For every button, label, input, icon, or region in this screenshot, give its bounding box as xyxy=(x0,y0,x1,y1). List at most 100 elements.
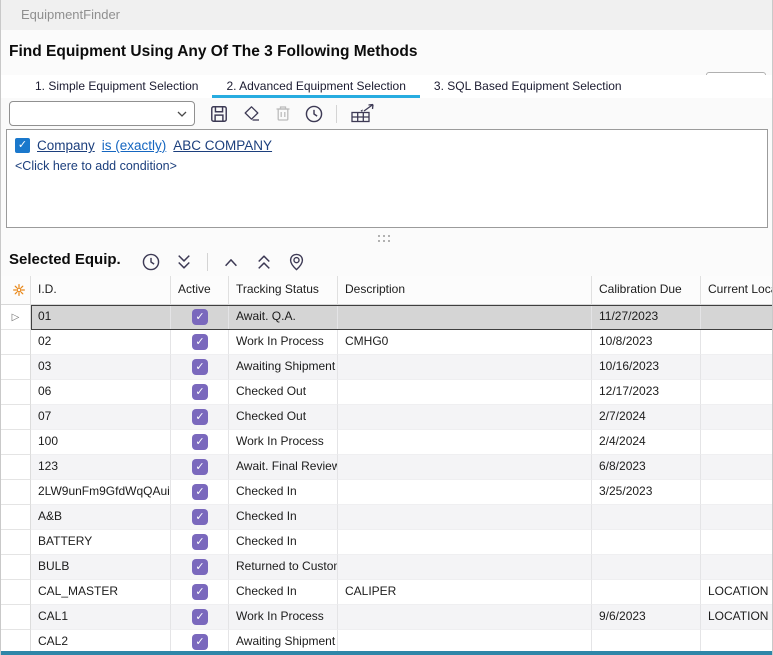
cell-calibration-due[interactable]: 9/6/2023 xyxy=(592,605,701,630)
cell-description[interactable] xyxy=(338,480,592,505)
add-condition-link[interactable]: <Click here to add condition> xyxy=(15,159,177,173)
cell-tracking-status[interactable]: Checked Out xyxy=(229,380,338,405)
tab-simple-selection[interactable]: 1. Simple Equipment Selection xyxy=(21,75,212,98)
cell-description[interactable] xyxy=(338,380,592,405)
cell-tracking-status[interactable]: Awaiting Shipment xyxy=(229,355,338,380)
cell-tracking-status[interactable]: Await. Final Review xyxy=(229,455,338,480)
table-row[interactable]: ▷ 02 ✓ Work In Process CMHG0 10/8/2023 xyxy=(1,330,773,355)
column-header-active[interactable]: Active xyxy=(171,276,229,305)
cell-description[interactable]: CALIPER xyxy=(338,580,592,605)
cell-tracking-status[interactable]: Checked In xyxy=(229,580,338,605)
active-checkbox[interactable]: ✓ xyxy=(192,459,208,475)
row-indicator[interactable]: ▷ xyxy=(1,330,31,355)
tab-advanced-selection[interactable]: 2. Advanced Equipment Selection xyxy=(212,75,419,98)
history-icon[interactable] xyxy=(304,104,324,124)
active-checkbox[interactable]: ✓ xyxy=(192,634,208,650)
horizontal-scrollbar[interactable] xyxy=(1,651,773,655)
tab-sql-selection[interactable]: 3. SQL Based Equipment Selection xyxy=(420,75,636,98)
cell-calibration-due[interactable]: 6/8/2023 xyxy=(592,455,701,480)
condition-field-link[interactable]: Company xyxy=(37,138,95,153)
row-indicator[interactable]: ▷ xyxy=(1,430,31,455)
cell-active[interactable]: ✓ xyxy=(171,530,229,555)
cell-tracking-status[interactable]: Work In Process xyxy=(229,430,338,455)
active-checkbox[interactable]: ✓ xyxy=(192,509,208,525)
row-indicator[interactable]: ▷ xyxy=(1,505,31,530)
row-indicator[interactable]: ▷ xyxy=(1,405,31,430)
cell-id[interactable]: 02 xyxy=(31,330,171,355)
cell-current-location[interactable]: LOCATION 1 xyxy=(701,580,773,605)
cell-description[interactable] xyxy=(338,430,592,455)
cell-calibration-due[interactable]: 3/25/2023 xyxy=(592,480,701,505)
panel-splitter[interactable] xyxy=(1,228,773,247)
cell-active[interactable]: ✓ xyxy=(171,580,229,605)
save-icon[interactable] xyxy=(209,104,229,124)
cell-description[interactable] xyxy=(338,530,592,555)
erase-icon[interactable] xyxy=(241,104,262,123)
row-indicator[interactable]: ▷ xyxy=(1,555,31,580)
cell-id[interactable]: 07 xyxy=(31,405,171,430)
active-checkbox[interactable]: ✓ xyxy=(192,359,208,375)
table-row[interactable]: ▷ 2LW9unFm9GfdWqQAuiR ✓ Checked In 3/25/… xyxy=(1,480,773,505)
cell-description[interactable] xyxy=(338,305,592,330)
cell-tracking-status[interactable]: Checked In xyxy=(229,505,338,530)
table-row[interactable]: ▷ A&B ✓ Checked In xyxy=(1,505,773,530)
cell-current-location[interactable] xyxy=(701,530,773,555)
cell-tracking-status[interactable]: Checked Out xyxy=(229,405,338,430)
cell-id[interactable]: 2LW9unFm9GfdWqQAuiR xyxy=(31,480,171,505)
cell-current-location[interactable]: LOCATION 1 xyxy=(701,605,773,630)
cell-tracking-status[interactable]: Work In Process xyxy=(229,330,338,355)
table-row[interactable]: ▷ 06 ✓ Checked Out 12/17/2023 xyxy=(1,380,773,405)
cell-tracking-status[interactable]: Checked In xyxy=(229,530,338,555)
cell-id[interactable]: 123 xyxy=(31,455,171,480)
move-all-up-icon[interactable] xyxy=(254,253,274,271)
active-checkbox[interactable]: ✓ xyxy=(192,484,208,500)
cell-active[interactable]: ✓ xyxy=(171,330,229,355)
cell-calibration-due[interactable]: 10/16/2023 xyxy=(592,355,701,380)
cell-active[interactable]: ✓ xyxy=(171,605,229,630)
cell-calibration-due[interactable] xyxy=(592,505,701,530)
cell-current-location[interactable] xyxy=(701,380,773,405)
cell-description[interactable] xyxy=(338,605,592,630)
chevron-down-icon[interactable] xyxy=(177,111,187,117)
active-checkbox[interactable]: ✓ xyxy=(192,309,208,325)
table-row[interactable]: ▷ 01 ✓ Await. Q.A. 11/27/2023 xyxy=(1,305,773,330)
row-indicator[interactable]: ▷ xyxy=(1,455,31,480)
cell-current-location[interactable] xyxy=(701,355,773,380)
table-row[interactable]: ▷ BULB ✓ Returned to Customer xyxy=(1,555,773,580)
cell-active[interactable]: ✓ xyxy=(171,405,229,430)
column-header-description[interactable]: Description xyxy=(338,276,592,305)
cell-current-location[interactable] xyxy=(701,455,773,480)
cell-active[interactable]: ✓ xyxy=(171,305,229,330)
row-indicator[interactable]: ▷ xyxy=(1,355,31,380)
column-header-id[interactable]: I.D. xyxy=(31,276,171,305)
cell-id[interactable]: 01 xyxy=(31,305,171,330)
cell-id[interactable]: 100 xyxy=(31,430,171,455)
cell-active[interactable]: ✓ xyxy=(171,380,229,405)
condition-panel[interactable]: ✓ Company is (exactly) ABC COMPANY <Clic… xyxy=(6,129,768,228)
active-checkbox[interactable]: ✓ xyxy=(192,384,208,400)
row-indicator[interactable]: ▷ xyxy=(1,530,31,555)
table-row[interactable]: ▷ 07 ✓ Checked Out 2/7/2024 xyxy=(1,405,773,430)
cell-id[interactable]: CAL1 xyxy=(31,605,171,630)
cell-tracking-status[interactable]: Await. Q.A. xyxy=(229,305,338,330)
condition-value-link[interactable]: ABC COMPANY xyxy=(173,138,272,153)
active-checkbox[interactable]: ✓ xyxy=(192,584,208,600)
row-indicator[interactable]: ▷ xyxy=(1,305,31,330)
cell-id[interactable]: BULB xyxy=(31,555,171,580)
active-checkbox[interactable]: ✓ xyxy=(192,334,208,350)
cell-calibration-due[interactable]: 2/4/2024 xyxy=(592,430,701,455)
cell-tracking-status[interactable]: Returned to Customer xyxy=(229,555,338,580)
cell-description[interactable] xyxy=(338,505,592,530)
cell-description[interactable]: CMHG0 xyxy=(338,330,592,355)
column-header-tracking-status[interactable]: Tracking Status xyxy=(229,276,338,305)
history-icon[interactable] xyxy=(141,252,161,272)
splitter-grip-icon[interactable] xyxy=(378,235,390,242)
cell-current-location[interactable] xyxy=(701,430,773,455)
active-checkbox[interactable]: ✓ xyxy=(192,609,208,625)
cell-calibration-due[interactable] xyxy=(592,580,701,605)
row-indicator[interactable]: ▷ xyxy=(1,580,31,605)
cell-id[interactable]: CAL_MASTER xyxy=(31,580,171,605)
table-row[interactable]: ▷ 100 ✓ Work In Process 2/4/2024 xyxy=(1,430,773,455)
cell-id[interactable]: 03 xyxy=(31,355,171,380)
cell-active[interactable]: ✓ xyxy=(171,430,229,455)
